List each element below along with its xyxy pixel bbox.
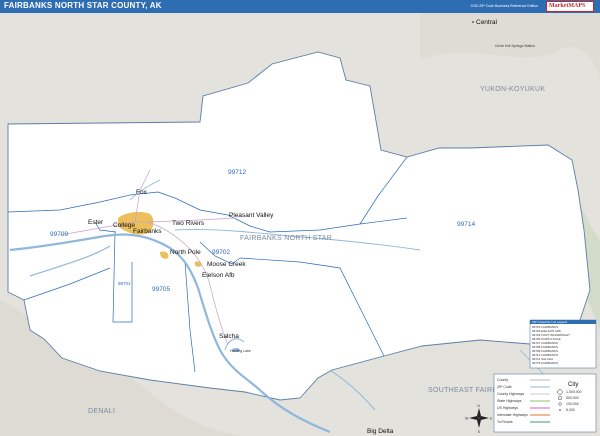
county-label: FAIRBANKS NORTH STAR — [240, 235, 332, 242]
map-title: FAIRBANKS NORTH STAR COUNTY, AK — [4, 1, 162, 10]
city-size-label: 5,000 — [566, 408, 575, 412]
region-denali: DENALI — [88, 408, 115, 415]
place-moose-creek: Moose Creek — [207, 261, 246, 268]
legend-label: County Highways — [497, 392, 524, 396]
edition-subtitle: 2020 ZIP Code Business Reference Edition — [470, 4, 538, 8]
zip-99712: 99712 — [228, 169, 246, 176]
city-size-label: 500,000 — [566, 396, 579, 400]
place-ester: Ester — [88, 219, 104, 226]
map-page: FAIRBANKS NORTH STAR COUNTY, AK 2020 ZIP… — [0, 0, 600, 436]
logo-text: MarketMAPS — [549, 3, 586, 9]
legend-label: County — [497, 378, 508, 382]
place-fairbanks: Fairbanks — [133, 228, 162, 235]
region-yukon-koyukuk: YUKON-KOYUKUK — [480, 86, 545, 93]
map-svg: YUKON-KOYUKUK SOUTHEAST FAIRBANKS DENALI… — [0, 13, 600, 436]
header-bar: FAIRBANKS NORTH STAR COUNTY, AK 2020 ZIP… — [0, 0, 600, 13]
zip-table-title: ZIP Code/City List Legend — [532, 320, 567, 324]
legend-label: Interstate Highways — [497, 413, 528, 417]
place-pleasant-valley: Pleasant Valley — [229, 212, 274, 219]
place-dot-central — [472, 21, 474, 23]
place-big-delta: Big Delta — [367, 428, 394, 435]
place-central: Central — [476, 19, 498, 26]
place-eielson-afb: Eielson Afb — [202, 272, 235, 279]
zip-code-table: ZIP Code/City List Legend 99701 FAIRBANK… — [529, 319, 597, 369]
legend-label: Tol Roads — [497, 420, 513, 424]
legend-city-title: City — [568, 382, 578, 388]
place-two-rivers: Two Rivers — [172, 220, 205, 227]
place-north-pole: North Pole — [170, 249, 201, 256]
zip-99709: 99709 — [50, 231, 68, 238]
publisher-logo: MarketMAPS — [546, 1, 594, 12]
city-size-label: 1,000,000 — [566, 390, 582, 394]
zip-99701: 99701 — [118, 281, 131, 286]
city-size-label: 100,000 — [566, 402, 579, 406]
zip-row: 99775 FAIRBANKS — [532, 361, 558, 365]
legend-label: ZIP Code — [497, 385, 512, 389]
legend-label: US Highways — [497, 406, 518, 410]
place-circle-hot-springs: Circle Hot Springs Station — [495, 44, 535, 48]
zip-99714: 99714 — [457, 221, 475, 228]
place-harding-lake: Harding Lake — [230, 349, 251, 353]
place-fox: Fox — [136, 189, 148, 196]
city-size-symbol — [559, 409, 561, 411]
zip-99702: 99702 — [212, 249, 230, 256]
zip-99705: 99705 — [152, 286, 170, 293]
map-canvas: YUKON-KOYUKUK SOUTHEAST FAIRBANKS DENALI… — [0, 13, 600, 436]
place-salcha: Salcha — [219, 333, 239, 340]
map-legend: County ZIP Code County Highways State Hi… — [493, 373, 597, 433]
legend-label: State Highways — [497, 399, 522, 403]
